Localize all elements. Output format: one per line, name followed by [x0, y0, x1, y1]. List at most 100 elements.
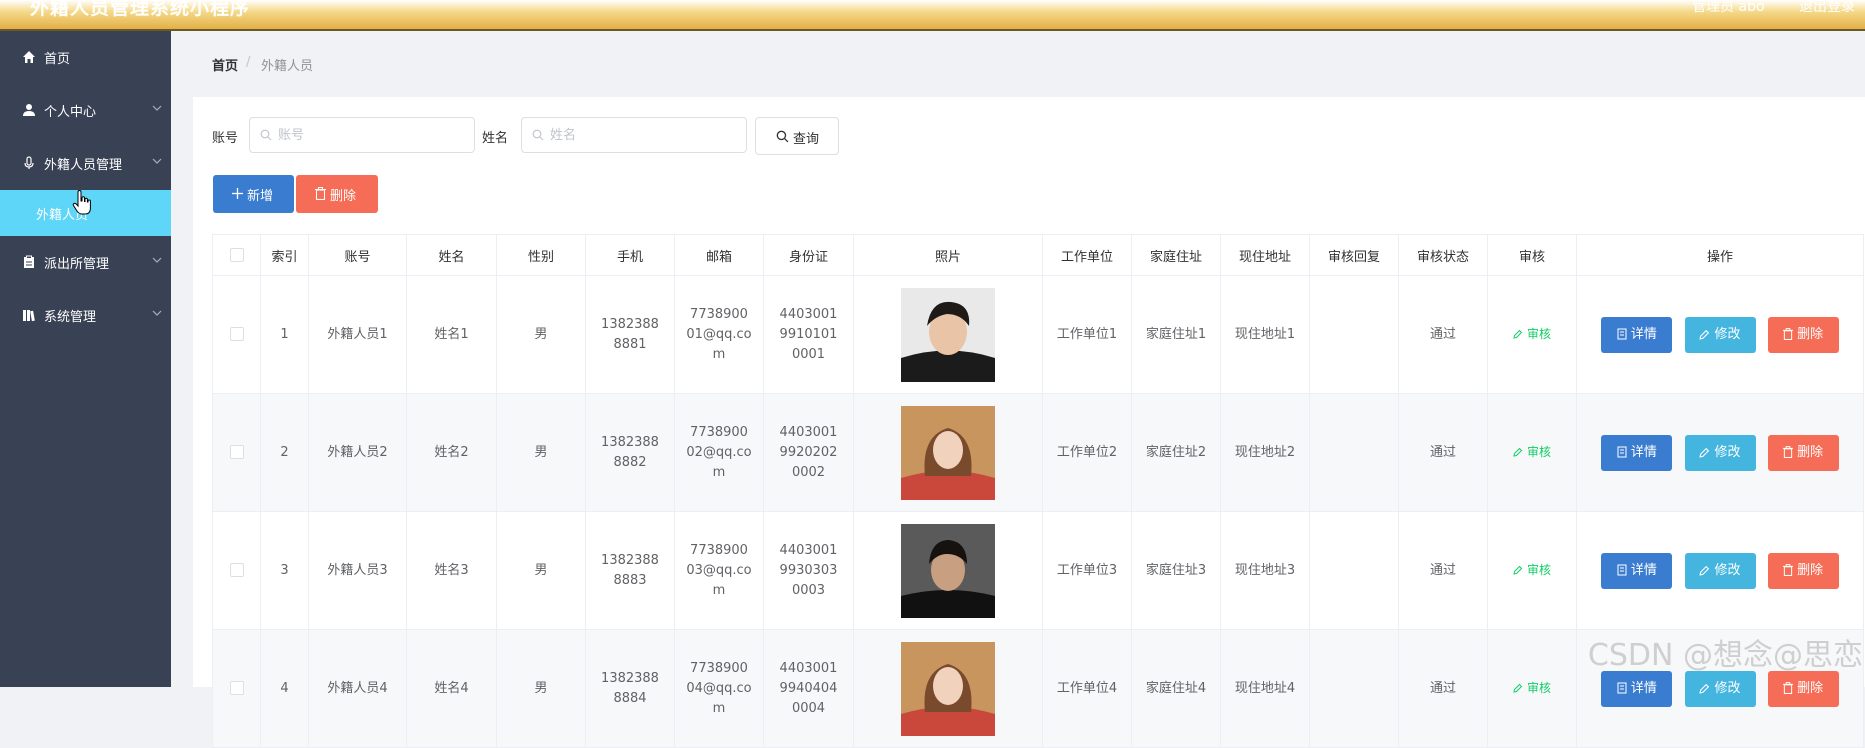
sidebar-item-label: 派出所管理 [44, 257, 110, 272]
row-select-cell [212, 629, 261, 748]
id-card-text: 440300199404040004 [779, 660, 838, 716]
sidebar-item-label: 外籍人员管理 [44, 158, 123, 173]
account-input[interactable] [249, 117, 475, 153]
delete-button[interactable]: 删除 [1767, 552, 1839, 589]
detail-button[interactable]: 详情 [1601, 316, 1673, 353]
cell-work-unit: 工作单位3 [1042, 511, 1132, 630]
sidebar-item-personal-center[interactable]: 个人中心 [0, 87, 171, 133]
add-button[interactable]: 新增 [213, 175, 294, 213]
cell-operations: 详情 修改 删除 [1576, 275, 1864, 394]
trash-icon [315, 187, 326, 200]
watermark: CSDN @想念@思恋 [1587, 638, 1863, 673]
audit-link[interactable]: 审核 [1513, 445, 1551, 459]
add-button-label: 新增 [247, 189, 274, 204]
user-icon [23, 104, 35, 116]
edit-button[interactable]: 修改 [1684, 552, 1756, 589]
person-photo[interactable] [901, 405, 995, 500]
cell-audit-reply [1309, 511, 1399, 630]
delete-button[interactable]: 删除 [1767, 316, 1839, 353]
phone-text: 13823888881 [601, 316, 659, 352]
cell-audit: 审核 [1487, 629, 1577, 748]
sidebar: 首页 个人中心 外籍人员管理 外籍人员 派出所管理 系统管理 [0, 31, 171, 687]
search-icon [776, 130, 789, 143]
app-title: 外籍人员管理系统小程序 [30, 0, 251, 19]
chevron-down-icon [152, 105, 162, 111]
table-header-row: 索引 账号 姓名 性别 手机 邮箱 身份证 照片 工作单位 家庭住址 现住地址 … [212, 234, 1864, 276]
column-header: 身份证 [763, 234, 854, 276]
id-card-text: 440300199202020002 [779, 424, 838, 480]
audit-link-label: 审核 [1526, 327, 1551, 341]
delete-button[interactable]: 删除 [1767, 670, 1839, 707]
delete-button[interactable]: 删除 [1767, 434, 1839, 471]
cell-index: 4 [260, 629, 309, 748]
person-photo[interactable] [901, 523, 995, 618]
audit-link[interactable]: 审核 [1513, 681, 1551, 695]
email-text: 773890003@qq.com [686, 542, 752, 598]
cell-phone: 13823888884 [585, 629, 675, 748]
breadcrumb-home[interactable]: 首页 [212, 55, 238, 74]
batch-delete-button-label: 删除 [330, 189, 357, 204]
cell-home-address: 家庭住址3 [1131, 511, 1221, 630]
cell-photo [853, 629, 1043, 748]
clipboard-icon [24, 255, 34, 268]
sidebar-item-system-management[interactable]: 系统管理 [0, 292, 171, 338]
search-icon [532, 129, 544, 141]
column-header: 审核回复 [1309, 234, 1399, 276]
audit-link[interactable]: 审核 [1513, 327, 1551, 341]
edit-button-label: 修改 [1714, 680, 1741, 696]
table-row: 2 外籍人员2 姓名2 男 13823888882 773890002@qq.c… [212, 393, 1864, 512]
query-button-label: 查询 [793, 132, 820, 147]
email-text: 773890004@qq.com [686, 660, 752, 716]
row-checkbox[interactable] [229, 681, 244, 695]
document-icon [1617, 328, 1627, 339]
cell-gender: 男 [496, 511, 586, 630]
row-checkbox[interactable] [229, 445, 244, 459]
sidebar-item-home[interactable]: 首页 [0, 34, 171, 80]
column-header: 操作 [1576, 234, 1864, 276]
top-bar-user-area: 管理员 abo 退出登录 [1662, 0, 1855, 16]
row-checkbox[interactable] [229, 563, 244, 577]
chevron-down-icon [152, 158, 162, 164]
query-button[interactable]: 查询 [755, 117, 839, 155]
name-input[interactable] [521, 117, 747, 153]
id-card-text: 440300199101010001 [779, 306, 838, 362]
detail-button[interactable]: 详情 [1601, 434, 1673, 471]
batch-delete-button[interactable]: 删除 [296, 175, 378, 213]
trash-icon [1783, 445, 1794, 458]
detail-button-label: 详情 [1630, 562, 1657, 578]
edit-button[interactable]: 修改 [1684, 670, 1756, 707]
cell-audit-status: 通过 [1398, 393, 1488, 512]
column-header: 审核 [1487, 234, 1577, 276]
breadcrumb-current: 外籍人员 [261, 59, 314, 74]
document-icon [1617, 564, 1627, 575]
row-select-cell [212, 393, 261, 512]
sidebar-item-label: 个人中心 [44, 105, 97, 120]
audit-link[interactable]: 审核 [1513, 563, 1551, 577]
column-header: 姓名 [406, 234, 497, 276]
edit-button[interactable]: 修改 [1684, 316, 1756, 353]
sidebar-item-police-station-management[interactable]: 派出所管理 [0, 239, 171, 285]
cell-account: 外籍人员1 [308, 275, 407, 394]
person-photo[interactable] [901, 641, 995, 736]
trash-icon [1783, 327, 1794, 340]
audit-link-label: 审核 [1526, 681, 1551, 695]
sidebar-item-foreign-personnel-management[interactable]: 外籍人员管理 [0, 140, 171, 186]
cell-email: 773890004@qq.com [674, 629, 764, 748]
select-all-checkbox[interactable] [229, 248, 244, 262]
detail-button[interactable]: 详情 [1601, 670, 1673, 707]
cell-operations: 详情 修改 删除 [1576, 393, 1864, 512]
user-label: 管理员 abo [1692, 0, 1765, 15]
row-checkbox[interactable] [229, 327, 244, 341]
phone-text: 13823888882 [601, 434, 659, 470]
column-header: 账号 [308, 234, 407, 276]
logout-link[interactable]: 退出登录 [1799, 0, 1855, 15]
detail-button[interactable]: 详情 [1601, 552, 1673, 589]
plus-icon [232, 188, 243, 199]
cell-gender: 男 [496, 629, 586, 748]
person-photo[interactable] [901, 287, 995, 382]
search-icon [260, 129, 272, 141]
cell-name: 姓名2 [406, 393, 497, 512]
microphone-icon [24, 156, 34, 169]
cell-email: 773890002@qq.com [674, 393, 764, 512]
edit-button[interactable]: 修改 [1684, 434, 1756, 471]
